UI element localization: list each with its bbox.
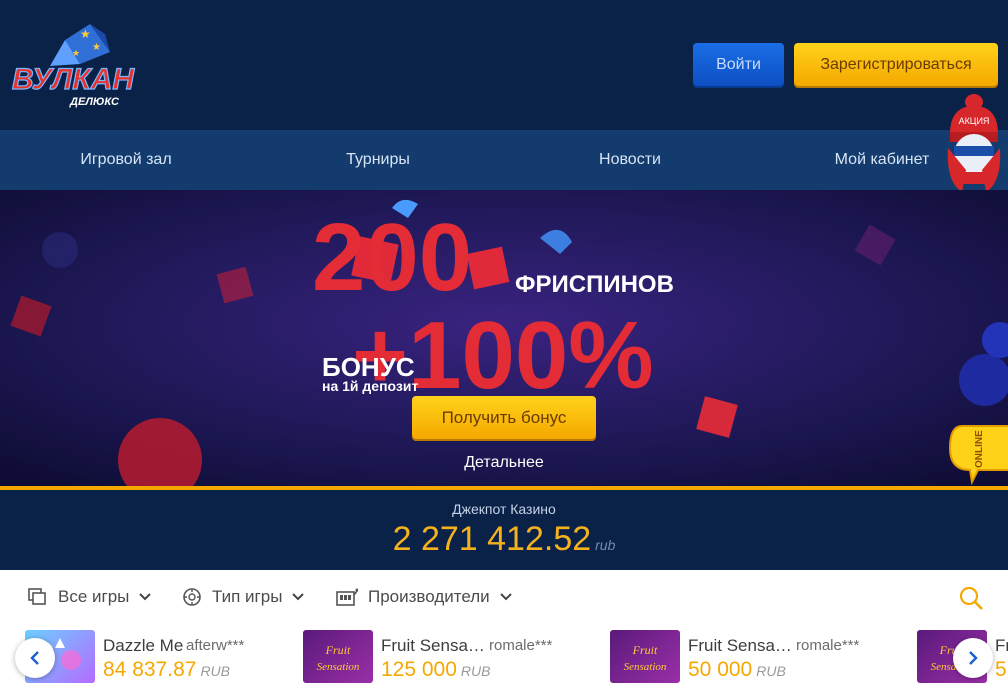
winner-item[interactable]: Fruit Sensation Fruit Sensa… romale*** 50… <box>610 630 900 684</box>
winner-amount: 125 000 <box>381 658 457 681</box>
search-button[interactable] <box>958 585 984 611</box>
nav-item-game-hall[interactable]: Игровой зал <box>0 130 252 190</box>
login-button[interactable]: Войти <box>693 43 784 86</box>
svg-text:Fruit: Fruit <box>325 643 351 657</box>
all-games-label: Все игры <box>58 587 130 606</box>
winner-item[interactable]: Fruit Sensation Fruit Sensa… romale*** 12… <box>303 630 593 684</box>
jackpot-unit: rub <box>595 537 616 553</box>
svg-text:★: ★ <box>92 42 101 53</box>
providers-filter[interactable]: Производители <box>336 586 522 608</box>
details-link[interactable]: Детальнее <box>0 454 1008 472</box>
winner-amount-line: 84 837.87 RUB <box>103 658 230 682</box>
winner-game: Fruit Sensa… <box>381 636 485 655</box>
winner-amount: 84 837.87 <box>103 658 197 681</box>
winner-currency: RUB <box>756 663 786 679</box>
game-thumbnail: Fruit Sensation <box>303 630 373 683</box>
banner-bonus-sub: на 1й депозит <box>322 378 418 394</box>
games-filter-bar: Все игры Тип игры Производители Dazzle M… <box>0 570 1008 697</box>
banner-headline-number: 200 <box>312 204 472 311</box>
get-bonus-button[interactable]: Получить бонус <box>412 396 596 439</box>
chevron-down-icon <box>292 593 305 601</box>
providers-label: Производители <box>368 587 490 606</box>
nav-item-news[interactable]: Новости <box>504 130 756 190</box>
chevron-down-icon <box>139 593 152 601</box>
stack-icon <box>28 588 46 605</box>
jackpot-value: 2 271 412.52 <box>392 520 592 558</box>
main-nav: Игровой зал Турниры Новости Мой кабинет <box>0 130 1008 190</box>
winner-currency: RUB <box>460 663 491 679</box>
winner-amount: 5 <box>995 658 1007 681</box>
winner-amount-line: 125 000 RUB <box>381 658 490 682</box>
all-games-filter[interactable]: Все игры <box>28 586 161 608</box>
winner-game: Fr <box>995 636 1008 655</box>
winner-user: romale*** <box>796 637 860 654</box>
recent-winners-carousel: Dazzle Me afterw*** 84 837.87 RUB Fruit Se… <box>0 630 1008 690</box>
game-type-filter[interactable]: Тип игры <box>182 586 314 608</box>
svg-text:Sensation: Sensation <box>317 661 360 673</box>
winner-user: afterw*** <box>186 637 245 654</box>
winner-item[interactable]: Dazzle Me afterw*** 84 837.87 RUB <box>25 630 285 684</box>
svg-text:Sensation: Sensation <box>624 661 667 673</box>
chevron-left-icon <box>30 651 39 665</box>
winner-user: romale*** <box>489 637 553 654</box>
chip-icon <box>183 588 201 606</box>
carousel-prev-button[interactable] <box>15 638 55 678</box>
nav-item-tournaments[interactable]: Турниры <box>252 130 504 190</box>
jackpot-panel: Джекпот Казино 2 271 412.52 rub <box>0 490 1008 570</box>
winner-game: Fruit Sensa… <box>688 636 792 655</box>
logo-subtext: ДЕЛЮКС <box>69 96 120 108</box>
carousel-next-button[interactable] <box>953 638 993 678</box>
site-header: ★ ★ ★ ВУЛКАН ДЕЛЮКС Войти Зарегистрирова… <box>0 0 1008 130</box>
jackpot-label: Джекпот Казино <box>452 501 556 517</box>
banner-artwork: 200 ФРИСПИНОВ +100% БОНУС на 1й депозит <box>0 190 1008 486</box>
promo-banner[interactable]: 200 ФРИСПИНОВ +100% БОНУС на 1й депозит … <box>0 190 1008 486</box>
chevron-down-icon <box>499 593 512 601</box>
logo-text: ВУЛКАН <box>12 63 135 96</box>
svg-text:★: ★ <box>80 27 91 41</box>
winner-currency: RUB <box>200 663 230 679</box>
register-button[interactable]: Зарегистрироваться <box>794 43 998 86</box>
search-icon <box>959 586 983 610</box>
winner-amount-line: 5 <box>995 658 1007 682</box>
winner-amount-line: 50 000 RUB <box>688 658 786 682</box>
winner-amount: 50 000 <box>688 658 753 681</box>
svg-text:★: ★ <box>72 48 80 58</box>
chevron-right-icon <box>969 651 978 665</box>
banner-headline-word: ФРИСПИНОВ <box>515 271 674 298</box>
promo-mascot[interactable]: АКЦИЯ <box>944 92 1004 196</box>
online-label: ONLINE <box>974 430 985 468</box>
slot-machine-icon <box>336 588 358 606</box>
game-thumbnail: Fruit Sensation <box>610 630 680 683</box>
svg-text:Fruit: Fruit <box>632 643 658 657</box>
winner-game: Dazzle Me <box>103 636 184 655</box>
vulkan-logo[interactable]: ★ ★ ★ ВУЛКАН ДЕЛЮКС <box>10 22 142 110</box>
online-chat-badge[interactable]: ONLINE <box>948 422 1008 486</box>
game-type-label: Тип игры <box>212 587 283 606</box>
mascot-badge: АКЦИЯ <box>959 116 990 126</box>
